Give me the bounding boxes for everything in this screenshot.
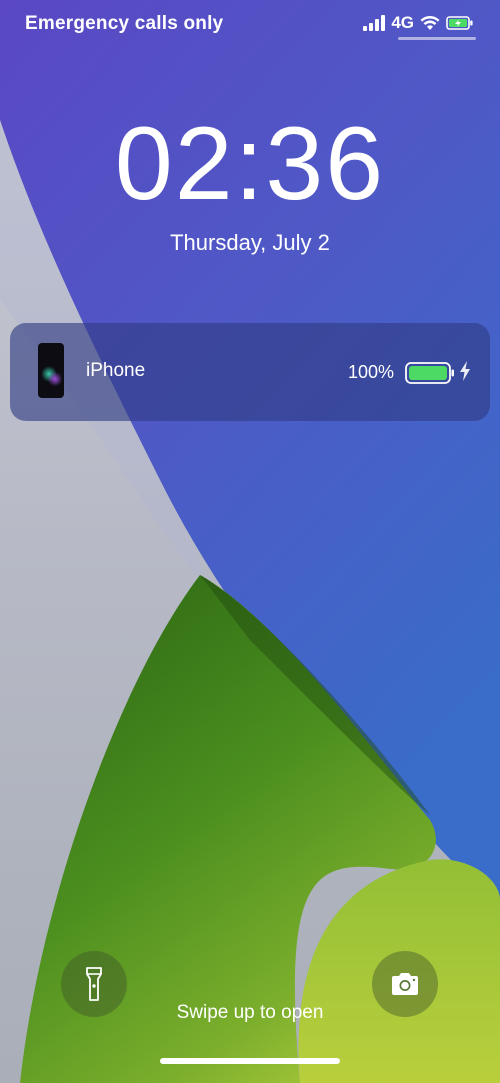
carrier-label: Emergency calls only <box>25 13 224 34</box>
swipe-up-hint: Swipe up to open <box>176 1002 324 1023</box>
lock-clock: 02:36 <box>114 106 386 222</box>
control-center-grabber[interactable] <box>398 37 476 40</box>
battery-charging-icon <box>446 16 473 30</box>
charging-bolt-icon <box>460 361 470 381</box>
home-indicator[interactable] <box>160 1058 340 1064</box>
battery-level-icon <box>405 362 454 384</box>
device-name: iPhone <box>86 360 146 381</box>
flashlight-icon <box>86 967 102 1001</box>
status-icons: 4G <box>363 12 474 34</box>
wifi-icon <box>420 15 440 30</box>
network-type-label: 4G <box>391 13 414 32</box>
battery-widget-card[interactable]: iPhone 100% <box>10 323 490 421</box>
lock-screen: Emergency calls only 4G 02:36 Thursday, … <box>0 0 500 1083</box>
iphone-thumbnail-icon <box>38 343 64 398</box>
signal-icon <box>363 15 386 31</box>
lock-date: Thursday, July 2 <box>170 230 330 255</box>
status-bar: Emergency calls only 4G <box>0 0 500 50</box>
camera-icon <box>392 973 418 995</box>
battery-percent: 100% <box>347 362 394 382</box>
